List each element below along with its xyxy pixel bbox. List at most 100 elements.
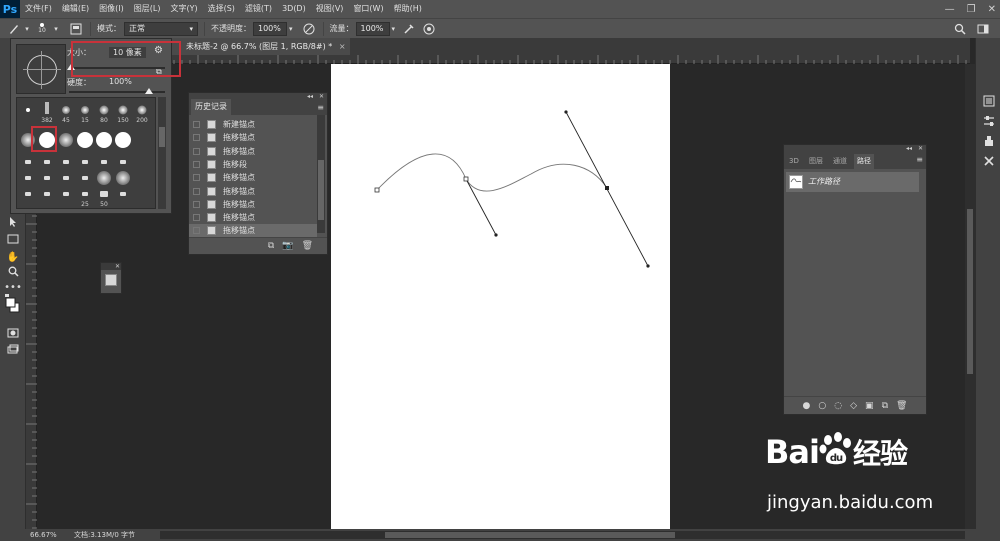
quick-mask-icon[interactable]	[4, 328, 22, 342]
tab-3d[interactable]: 3D	[786, 154, 802, 169]
control-handle[interactable]	[564, 110, 568, 114]
tab-layers[interactable]: 图层	[806, 154, 826, 169]
brush-angle-preview[interactable]	[16, 44, 66, 94]
snapshot-source-checkbox[interactable]	[193, 200, 200, 208]
brush-tip[interactable]: 45	[57, 102, 75, 124]
hardness-value-input[interactable]: 100%	[109, 77, 132, 86]
pressure-opacity-icon[interactable]	[301, 21, 317, 37]
anchor-point[interactable]	[605, 186, 609, 190]
bezier-path[interactable]	[376, 153, 608, 192]
tab-paths[interactable]: 路径	[854, 154, 874, 169]
properties-icon[interactable]	[980, 114, 997, 130]
brush-tip[interactable]	[57, 130, 75, 152]
snapshot-source-checkbox[interactable]	[193, 187, 200, 195]
rectangle-tool-icon[interactable]	[4, 234, 22, 248]
search-icon[interactable]	[952, 21, 968, 37]
scroll-thumb[interactable]	[385, 532, 675, 538]
snapshot-source-checkbox[interactable]	[193, 121, 200, 128]
menu-help[interactable]: 帮助(H)	[389, 0, 427, 18]
scroll-thumb[interactable]	[159, 127, 165, 147]
brush-size-preview[interactable]: 10	[32, 23, 52, 34]
history-state-item[interactable]: 拖移锚点	[189, 185, 317, 198]
menu-file[interactable]: 文件(F)	[20, 0, 57, 18]
tool-preset-dropdown-icon[interactable]: ▾	[22, 21, 32, 37]
history-state-item[interactable]: 拖移段	[189, 158, 317, 171]
hand-tool-icon[interactable]: ✋	[4, 251, 22, 265]
brush-tip[interactable]	[19, 186, 37, 208]
menu-layer[interactable]: 图层(L)	[129, 0, 166, 18]
color-swatches-icon[interactable]	[4, 294, 22, 318]
path-name[interactable]: 工作路径	[808, 172, 840, 192]
add-mask-icon[interactable]: ▣	[865, 401, 874, 411]
brush-tip[interactable]: 150	[114, 102, 132, 124]
snapshot-source-checkbox[interactable]	[193, 214, 200, 222]
brush-tip[interactable]	[38, 186, 56, 208]
close-panel-icon[interactable]: ✕	[319, 93, 324, 100]
brush-panel-icon[interactable]	[68, 21, 84, 37]
snapshot-source-checkbox[interactable]	[193, 147, 200, 155]
opacity-input[interactable]: 100%	[253, 21, 287, 36]
brush-tip[interactable]	[19, 102, 37, 124]
history-state-item[interactable]: 拖移锚点	[189, 224, 317, 238]
brush-tip[interactable]: 50	[95, 186, 113, 208]
brush-tool-icon[interactable]	[6, 21, 22, 37]
brush-tip[interactable]: 382	[38, 102, 56, 124]
tab-channels[interactable]: 通道	[830, 154, 850, 169]
anchor-point[interactable]	[463, 176, 469, 182]
close-tab-icon[interactable]: ×	[339, 42, 346, 51]
history-scrollbar[interactable]	[317, 115, 325, 233]
menu-3d[interactable]: 3D(D)	[277, 0, 311, 18]
trash-icon[interactable]: 🗑	[302, 241, 313, 251]
workspace-icon[interactable]	[975, 21, 991, 37]
scroll-thumb[interactable]	[318, 160, 324, 220]
brush-tip[interactable]: 25	[76, 186, 94, 208]
snapshot-source-checkbox[interactable]	[193, 174, 200, 182]
clone-source-icon[interactable]	[980, 134, 997, 150]
tab-history[interactable]: 历史记录	[191, 99, 231, 115]
flow-input[interactable]: 100%	[355, 21, 390, 36]
brush-tip[interactable]	[57, 186, 75, 208]
zoom-tool-icon[interactable]	[4, 266, 22, 280]
hardness-slider-knob[interactable]	[145, 88, 153, 94]
control-handle[interactable]	[494, 233, 498, 237]
new-document-from-state-icon[interactable]: ⧉	[268, 241, 274, 251]
brush-tip[interactable]	[114, 186, 132, 208]
brush-tip[interactable]: 200	[133, 102, 151, 124]
menu-view[interactable]: 视图(V)	[311, 0, 349, 18]
snapshot-source-checkbox[interactable]	[193, 160, 200, 168]
document-canvas[interactable]	[331, 64, 670, 529]
snapshot-source-checkbox[interactable]	[193, 134, 200, 142]
make-work-path-icon[interactable]: ◇	[850, 401, 857, 411]
menu-window[interactable]: 窗口(W)	[348, 0, 388, 18]
history-state-item[interactable]: 拖移锚点	[189, 198, 317, 211]
airbrush-icon[interactable]	[401, 21, 417, 37]
mode-select[interactable]: 正常 ▾	[124, 21, 198, 36]
minimize-button[interactable]: —	[945, 4, 955, 15]
history-state-item[interactable]: 新建锚点	[189, 118, 317, 131]
menu-edit[interactable]: 编辑(E)	[57, 0, 94, 18]
brush-tip[interactable]: 15	[76, 102, 94, 124]
path-selection-icon[interactable]	[4, 216, 22, 230]
work-path-drawing[interactable]	[331, 64, 670, 529]
horizontal-scrollbar[interactable]	[160, 531, 965, 539]
panel-icon[interactable]	[105, 274, 117, 286]
brush-picker-toggle-icon[interactable]: ▾	[52, 21, 60, 37]
brush-tip[interactable]: 80	[95, 102, 113, 124]
path-list-item[interactable]: 工作路径	[786, 172, 919, 192]
panel-menu-icon[interactable]: ≡	[317, 103, 324, 112]
maximize-button[interactable]: ❐	[967, 4, 976, 15]
collapse-icon[interactable]: ◂◂	[307, 93, 313, 100]
scroll-thumb[interactable]	[967, 209, 973, 374]
pressure-size-icon[interactable]	[421, 21, 437, 37]
trash-icon[interactable]: 🗑	[896, 401, 907, 411]
wrench-icon[interactable]	[980, 154, 997, 170]
menu-filter[interactable]: 滤镜(T)	[240, 0, 277, 18]
document-info[interactable]: 文档:3.13M/0 字节	[74, 529, 135, 541]
chevron-down-icon[interactable]: ▾	[289, 25, 293, 33]
menu-select[interactable]: 选择(S)	[203, 0, 240, 18]
brush-tip[interactable]	[114, 130, 132, 152]
close-window-button[interactable]: ✕	[988, 4, 996, 15]
more-tools-icon[interactable]: •••	[4, 281, 22, 295]
camera-icon[interactable]: 📷	[282, 241, 293, 251]
menu-type[interactable]: 文字(Y)	[165, 0, 202, 18]
